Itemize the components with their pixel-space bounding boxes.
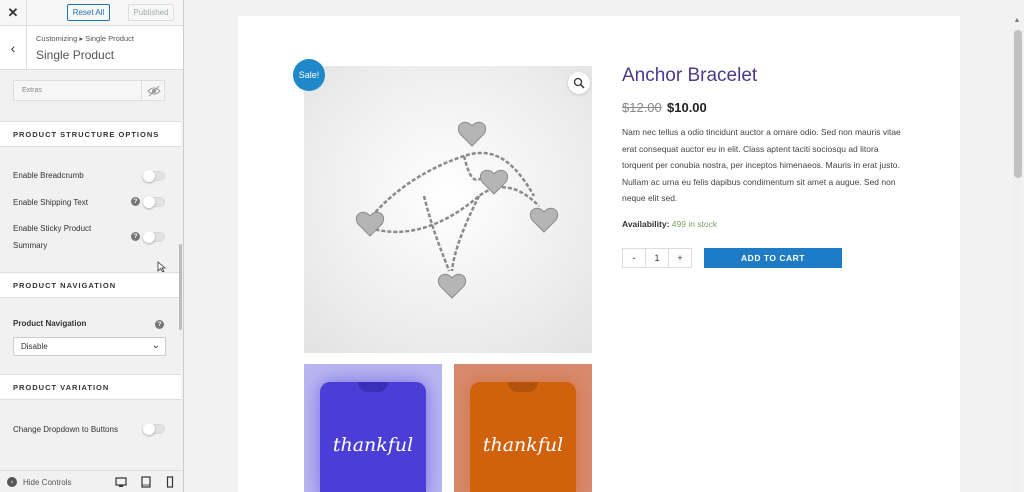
customizer-topbar: ✕ Reset All Published bbox=[0, 0, 183, 26]
enable-sticky-toggle[interactable] bbox=[143, 231, 165, 243]
zoom-search-icon[interactable] bbox=[568, 72, 590, 94]
extras-field[interactable]: Extras bbox=[13, 80, 165, 101]
product-title: Anchor Bracelet bbox=[622, 65, 758, 86]
extras-label: Extras bbox=[22, 87, 42, 94]
qty-plus-button[interactable]: + bbox=[669, 249, 691, 267]
enable-shipping-toggle[interactable] bbox=[143, 196, 165, 208]
page-title: Single Product bbox=[36, 48, 115, 62]
back-chevron-icon[interactable]: ‹ bbox=[0, 26, 27, 70]
scroll-up-arrow-icon[interactable]: ▲ bbox=[1012, 16, 1022, 26]
enable-breadcrumb-toggle[interactable] bbox=[143, 170, 165, 182]
site-preview: Sale! thankful thankful Anchor Bracelet … bbox=[184, 0, 1024, 492]
mobile-preview-icon[interactable] bbox=[164, 476, 176, 488]
hide-controls-label[interactable]: Hide Controls bbox=[23, 478, 71, 487]
desktop-preview-icon[interactable] bbox=[115, 476, 127, 488]
quantity-stepper[interactable]: - 1 + bbox=[622, 248, 692, 268]
shirt-collar bbox=[508, 382, 538, 392]
shirt-print-text: thankful bbox=[332, 434, 414, 456]
shirt-collar bbox=[358, 382, 388, 392]
product-thumbnail-purple[interactable]: thankful bbox=[304, 364, 442, 492]
breadcrumb: Customizing ▸ Single Product bbox=[36, 34, 134, 43]
product-navigation-heading: PRODUCT NAVIGATION bbox=[0, 272, 181, 298]
section-header: ‹ Customizing ▸ Single Product Single Pr… bbox=[0, 26, 183, 70]
add-to-cart-button[interactable]: ADD TO CART bbox=[704, 248, 842, 268]
product-image[interactable] bbox=[304, 66, 592, 353]
reset-all-button[interactable]: Reset All bbox=[67, 4, 110, 21]
chevron-down-icon: ⌄ bbox=[151, 340, 160, 351]
product-page: Sale! thankful thankful Anchor Bracelet … bbox=[238, 16, 960, 492]
qty-minus-button[interactable]: - bbox=[623, 249, 645, 267]
shirt-image: thankful bbox=[470, 382, 576, 492]
bracelet-image bbox=[356, 121, 558, 299]
product-navigation-select[interactable]: Disable ⌄ bbox=[13, 337, 166, 356]
help-icon[interactable]: ? bbox=[131, 232, 140, 241]
product-thumbnail-orange[interactable]: thankful bbox=[454, 364, 592, 492]
tablet-preview-icon[interactable] bbox=[140, 476, 152, 488]
shirt-image: thankful bbox=[320, 382, 426, 492]
enable-shipping-label: Enable Shipping Text bbox=[13, 198, 89, 207]
published-button[interactable]: Published bbox=[128, 4, 174, 21]
enable-sticky-label-line1: Enable Sticky Product bbox=[13, 224, 92, 233]
product-description: Nam nec tellus a odio tincidunt auctor a… bbox=[622, 127, 901, 204]
help-icon[interactable]: ? bbox=[131, 197, 140, 206]
stock-status: 499 in stock bbox=[671, 219, 718, 229]
enable-sticky-label-line2: Summary bbox=[13, 241, 48, 250]
sale-price: $10.00 bbox=[667, 100, 707, 115]
close-icon[interactable]: ✕ bbox=[0, 0, 27, 26]
preview-scrollbar-thumb[interactable] bbox=[1014, 30, 1022, 178]
qty-input[interactable]: 1 bbox=[645, 249, 669, 267]
product-variation-heading-label: PRODUCT VARIATION bbox=[13, 383, 110, 392]
availability-label: Availability: bbox=[622, 219, 670, 229]
structure-options-heading: PRODUCT STRUCTURE OPTIONS bbox=[0, 121, 181, 147]
structure-options-label: PRODUCT STRUCTURE OPTIONS bbox=[13, 130, 160, 139]
dropdown-buttons-toggle[interactable] bbox=[143, 423, 165, 435]
customizer-sidebar: ✕ Reset All Published ‹ Customizing ▸ Si… bbox=[0, 0, 184, 492]
sale-badge: Sale! bbox=[293, 59, 325, 91]
shirt-print-text: thankful bbox=[482, 434, 564, 456]
divider bbox=[141, 81, 142, 100]
sidebar-scrollbar[interactable] bbox=[179, 244, 182, 330]
eye-slash-icon[interactable] bbox=[147, 85, 161, 97]
product-navigation-value: Disable bbox=[21, 342, 48, 351]
help-icon[interactable]: ? bbox=[155, 320, 164, 329]
customizer-footer: ‹ Hide Controls bbox=[0, 470, 183, 492]
hide-controls-icon[interactable]: ‹ bbox=[7, 477, 17, 487]
product-navigation-heading-label: PRODUCT NAVIGATION bbox=[13, 281, 117, 290]
product-navigation-label: Product Navigation bbox=[13, 319, 87, 328]
availability: Availability: 499 in stock bbox=[622, 219, 717, 229]
dropdown-buttons-label: Change Dropdown to Buttons bbox=[13, 425, 118, 434]
enable-breadcrumb-label: Enable Breadcrumb bbox=[13, 171, 84, 180]
product-variation-heading: PRODUCT VARIATION bbox=[0, 374, 181, 400]
old-price: $12.00 bbox=[622, 100, 662, 115]
